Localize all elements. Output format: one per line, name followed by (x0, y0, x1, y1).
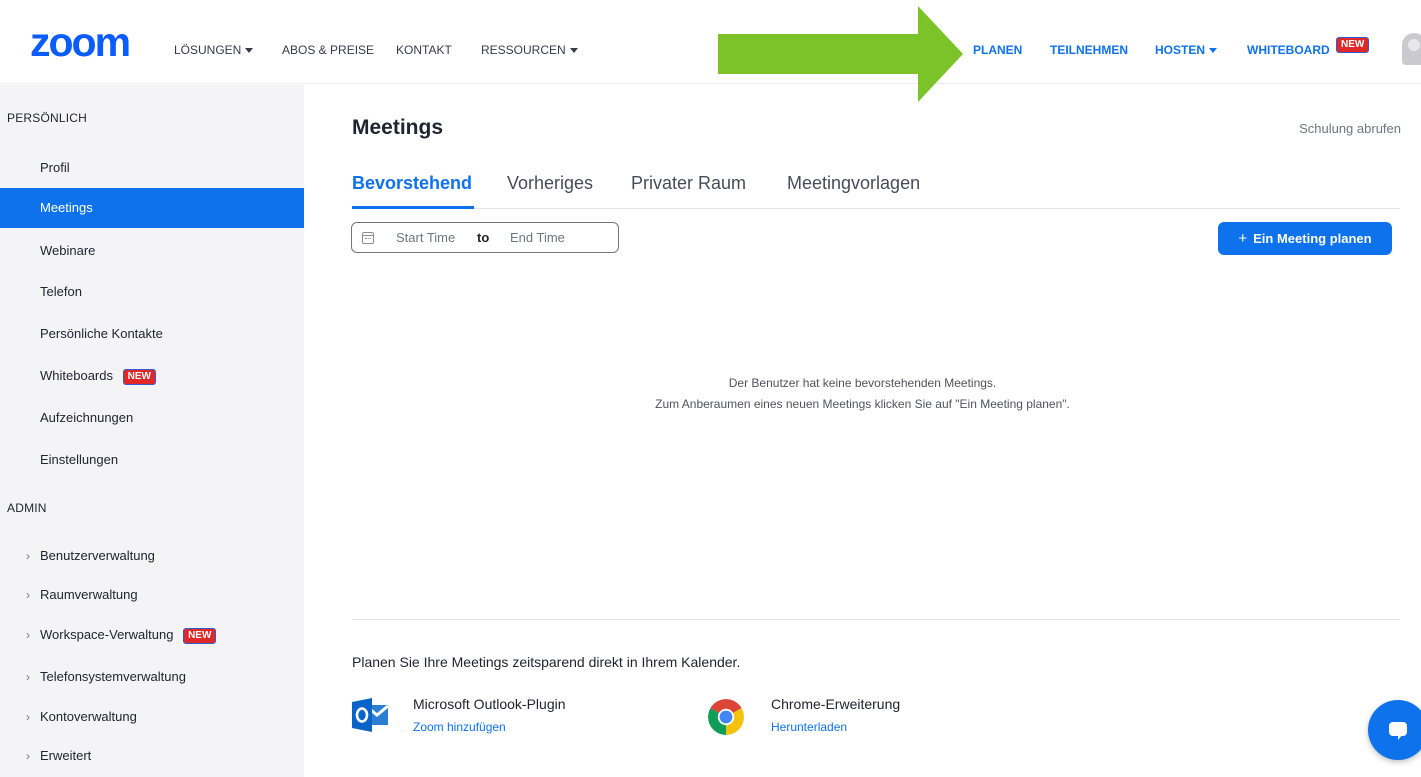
sidebar-item-telefon[interactable]: Telefon (0, 272, 304, 312)
chevron-down-icon (1209, 48, 1218, 54)
date-range-picker[interactable]: Start Time to End Time (351, 222, 619, 253)
outlook-plugin-name: Microsoft Outlook-Plugin (413, 696, 566, 712)
sidebar-item-label: Persönliche Kontakte (40, 326, 163, 341)
chat-bubble-icon[interactable] (1368, 700, 1421, 760)
chevron-right-icon: › (26, 670, 30, 684)
meeting-tabs: Bevorstehend Vorheriges Privater Raum Me… (352, 173, 1400, 209)
section-divider (352, 619, 1400, 620)
chrome-icon (708, 699, 744, 735)
zoom-logo[interactable]: zoom (30, 22, 131, 63)
start-time-input[interactable]: Start Time (396, 230, 455, 245)
chrome-download-link[interactable]: Herunterladen (771, 720, 847, 734)
nav-whiteboard[interactable]: WHITEBOARD NEW (1247, 37, 1370, 57)
sidebar-item-meetings[interactable]: Meetings (0, 188, 304, 228)
chevron-right-icon: › (26, 628, 30, 642)
sidebar-heading-admin: ADMIN (7, 501, 47, 515)
sidebar-item-label: Webinare (40, 243, 96, 258)
schedule-meeting-button[interactable]: + Ein Meeting planen (1218, 222, 1392, 255)
sidebar-item-persoenliche-kontakte[interactable]: Persönliche Kontakte (0, 314, 304, 354)
nav-loesungen[interactable]: LÖSUNGEN (174, 43, 254, 57)
main-content: Meetings Schulung abrufen Bevorstehend V… (304, 85, 1421, 777)
end-time-input[interactable]: End Time (510, 230, 565, 245)
nav-teilnehmen[interactable]: TEILNEHMEN (1050, 43, 1128, 57)
new-badge: NEW (122, 368, 156, 385)
tab-vorheriges[interactable]: Vorheriges (507, 173, 593, 194)
nav-teilnehmen-label: TEILNEHMEN (1050, 43, 1128, 57)
nav-planen[interactable]: PLANEN (973, 43, 1022, 57)
sidebar-item-label: Whiteboards (40, 368, 113, 383)
nav-planen-label: PLANEN (973, 43, 1023, 57)
tab-bevorstehend[interactable]: Bevorstehend (352, 173, 472, 194)
chevron-down-icon (569, 48, 578, 54)
active-tab-indicator (352, 206, 474, 209)
sidebar-item-kontoverwaltung[interactable]: › Kontoverwaltung (0, 697, 304, 737)
training-link[interactable]: Schulung abrufen (1299, 121, 1401, 136)
sidebar-item-label: Kontoverwaltung (40, 709, 137, 724)
chevron-right-icon: › (26, 749, 30, 763)
sidebar-item-label: Aufzeichnungen (40, 410, 134, 425)
sidebar-item-raumverwaltung[interactable]: › Raumverwaltung (0, 575, 304, 615)
nav-kontakt[interactable]: KONTAKT (396, 43, 452, 57)
nav-abos-preise[interactable]: ABOS & PREISE (282, 43, 374, 57)
sidebar-item-profil[interactable]: Profil (0, 148, 304, 188)
nav-loesungen-label: LÖSUNGEN (174, 43, 242, 57)
nav-hosten-label: HOSTEN (1155, 43, 1206, 57)
nav-hosten[interactable]: HOSTEN (1155, 43, 1218, 57)
sidebar-item-webinare[interactable]: Webinare (0, 231, 304, 271)
sidebar-heading-personal: PERSÖNLICH (7, 111, 88, 125)
chrome-extension-name: Chrome-Erweiterung (771, 696, 901, 712)
outlook-add-zoom-link[interactable]: Zoom hinzufügen (413, 720, 506, 734)
outlook-icon (352, 698, 388, 732)
plus-icon: + (1238, 230, 1248, 247)
sidebar-item-whiteboards[interactable]: Whiteboards NEW (0, 356, 304, 396)
sidebar-item-label: Erweitert (40, 748, 92, 763)
tab-privater-raum[interactable]: Privater Raum (631, 173, 746, 194)
nav-whiteboard-label: WHITEBOARD (1247, 43, 1330, 57)
chevron-down-icon (245, 48, 254, 54)
empty-state-line-2: Zum Anberaumen eines neuen Meetings klic… (655, 397, 1070, 411)
nav-kontakt-label: KONTAKT (396, 43, 452, 57)
nav-ressourcen-label: RESSOURCEN (481, 43, 566, 57)
sidebar-item-telefonsystemverwaltung[interactable]: › Telefonsystemverwaltung (0, 657, 304, 697)
date-range-separator: to (477, 230, 490, 245)
nav-abos-preise-label: ABOS & PREISE (282, 43, 375, 57)
sidebar-item-label: Profil (40, 160, 70, 175)
new-badge: NEW (183, 627, 217, 644)
page-title: Meetings (352, 116, 444, 139)
chevron-right-icon: › (26, 710, 30, 724)
sidebar-item-benutzerverwaltung[interactable]: › Benutzerverwaltung (0, 536, 304, 576)
calendar-integration-hint: Planen Sie Ihre Meetings zeitsparend dir… (352, 654, 741, 670)
sidebar-item-aufzeichnungen[interactable]: Aufzeichnungen (0, 398, 304, 438)
user-avatar-icon[interactable] (1402, 33, 1421, 65)
sidebar-item-label: Meetings (40, 200, 93, 215)
chevron-right-icon: › (26, 588, 30, 602)
sidebar-item-label: Raumverwaltung (40, 587, 138, 602)
sidebar-item-einstellungen[interactable]: Einstellungen (0, 440, 304, 480)
zoom-logo-text: zoom (30, 19, 131, 65)
new-badge: NEW (1336, 37, 1370, 53)
sidebar-item-label: Telefon (40, 284, 82, 299)
empty-state-message: Der Benutzer hat keine bevorstehenden Me… (304, 373, 1421, 415)
empty-state-line-1: Der Benutzer hat keine bevorstehenden Me… (728, 376, 997, 390)
sidebar-item-erweitert[interactable]: › Erweitert (0, 736, 304, 776)
sidebar-item-label: Workspace-Verwaltung (40, 627, 174, 642)
sidebar-item-workspace-verwaltung[interactable]: › Workspace-Verwaltung NEW (0, 615, 304, 655)
sidebar-item-label: Einstellungen (40, 452, 119, 467)
nav-ressourcen[interactable]: RESSOURCEN (481, 43, 578, 57)
tab-meetingvorlagen[interactable]: Meetingvorlagen (787, 173, 920, 194)
schedule-meeting-label: Ein Meeting planen (1253, 231, 1372, 246)
calendar-icon (362, 232, 374, 244)
top-navigation: zoom LÖSUNGEN ABOS & PREISE KONTAKT RESS… (0, 0, 1421, 84)
sidebar-item-label: Benutzerverwaltung (40, 548, 155, 563)
sidebar: PERSÖNLICH Profil Meetings Webinare Tele… (0, 85, 304, 777)
sidebar-item-label: Telefonsystemverwaltung (40, 669, 186, 684)
chevron-right-icon: › (26, 549, 30, 563)
